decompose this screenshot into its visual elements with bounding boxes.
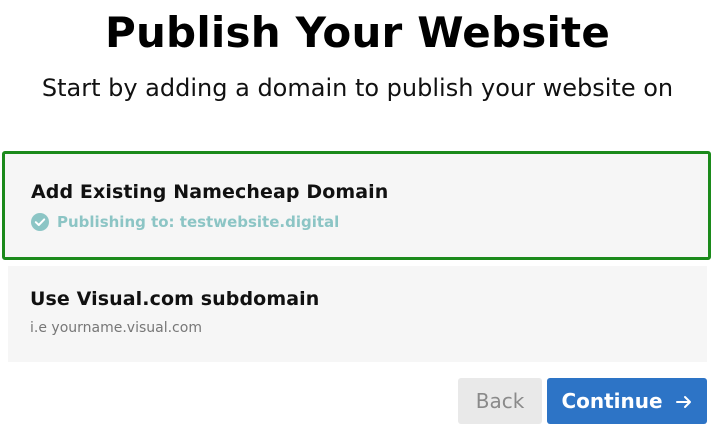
option-visual-subdomain[interactable]: Use Visual.com subdomain i.e yourname.vi… <box>8 266 707 362</box>
option-existing-domain-title: Add Existing Namecheap Domain <box>31 181 389 203</box>
check-circle-icon <box>31 213 49 231</box>
continue-button[interactable]: Continue <box>547 378 707 424</box>
back-button[interactable]: Back <box>458 378 542 424</box>
arrow-right-icon <box>675 392 693 410</box>
option-existing-domain[interactable]: Add Existing Namecheap Domain Publishing… <box>2 151 711 260</box>
publishing-status: Publishing to: testwebsite.digital <box>31 213 339 231</box>
page-subtitle: Start by adding a domain to publish your… <box>41 74 674 102</box>
option-visual-subdomain-title: Use Visual.com subdomain <box>30 288 320 310</box>
back-button-label: Back <box>475 389 525 413</box>
page-title: Publish Your Website <box>104 8 611 57</box>
option-visual-subdomain-hint: i.e yourname.visual.com <box>30 320 202 336</box>
publish-dialog: Publish Your Website Start by adding a d… <box>0 0 715 430</box>
publishing-status-text: Publishing to: testwebsite.digital <box>57 213 340 231</box>
continue-button-label: Continue <box>561 389 663 413</box>
